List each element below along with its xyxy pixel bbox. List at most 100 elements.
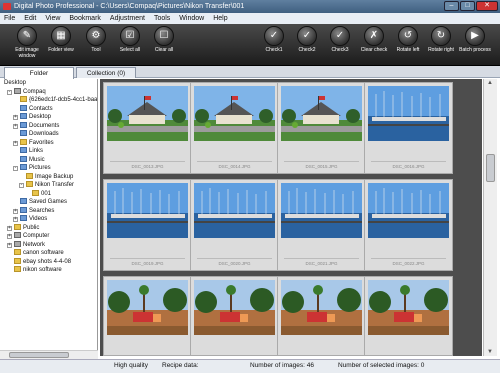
- tree-item[interactable]: + Public: [0, 223, 97, 233]
- menu-view[interactable]: View: [45, 13, 60, 24]
- clear-all-button[interactable]: ☐ Clear all: [147, 26, 181, 53]
- menu-adjustment[interactable]: Adjustment: [110, 13, 145, 24]
- menu-window[interactable]: Window: [179, 13, 204, 24]
- tree-item[interactable]: Links: [0, 147, 97, 156]
- tool-button[interactable]: ⚙ Tool: [79, 26, 113, 53]
- collapse-icon[interactable]: -: [7, 89, 12, 95]
- tree-item[interactable]: nikon software: [0, 266, 97, 275]
- tree-item[interactable]: Desktop: [0, 79, 97, 88]
- clear-check-icon: ✗: [364, 26, 384, 46]
- expand-icon[interactable]: +: [13, 217, 18, 222]
- tab-collection[interactable]: Collection (0): [76, 67, 136, 78]
- thumbnail-cell[interactable]: [277, 276, 366, 356]
- tree-item[interactable]: + Network: [0, 240, 97, 250]
- app-icon: [3, 3, 11, 10]
- thumbnail-cell[interactable]: DSC_0015.JPG: [277, 82, 366, 174]
- menu-tools[interactable]: Tools: [154, 13, 170, 24]
- expand-icon[interactable]: +: [7, 242, 12, 248]
- tree-item[interactable]: - Compaq: [0, 87, 97, 97]
- tree-item[interactable]: + Desktop: [0, 113, 97, 122]
- thumbnail-cell[interactable]: DSC_0016.JPG: [364, 82, 453, 174]
- tree-horizontal-scrollbar[interactable]: [0, 350, 98, 359]
- clear-check-button[interactable]: ✗ Clear check: [357, 26, 391, 53]
- rotate-left-icon: ↺: [398, 26, 418, 46]
- tree-item[interactable]: Contacts: [0, 104, 97, 114]
- tree-item-label: Desktop: [29, 114, 52, 120]
- select-all-button[interactable]: ☑ Select all: [113, 26, 147, 53]
- thumbnail-cell[interactable]: [364, 276, 453, 356]
- expand-icon[interactable]: +: [7, 234, 12, 239]
- status-recipe: Recipe data:: [162, 362, 199, 369]
- thumbnail-image: [281, 86, 362, 141]
- thumbnail-cell[interactable]: DSC_0021.JPG: [277, 179, 366, 271]
- thumbnail-cell[interactable]: [190, 276, 279, 356]
- tree-item[interactable]: canon software: [0, 249, 97, 258]
- tree-item[interactable]: {626edc1f-dcb5-4cc1-baa7-a: [0, 96, 97, 105]
- status-image-count: Number of images: 46: [250, 362, 314, 369]
- menu-help[interactable]: Help: [213, 13, 227, 24]
- thumbnail-cell[interactable]: DSC_0020.JPG: [190, 179, 279, 271]
- tree-item[interactable]: 001: [0, 189, 97, 199]
- expand-icon[interactable]: +: [7, 225, 12, 231]
- batch-process-button[interactable]: ▶ Batch process: [458, 26, 492, 53]
- expand-icon[interactable]: +: [13, 208, 18, 214]
- tree-item-label: Downloads: [29, 131, 59, 137]
- expand-icon[interactable]: +: [13, 123, 18, 129]
- scrollbar-thumb[interactable]: [486, 154, 495, 182]
- edit-image-window-button[interactable]: ✎ Edit image window: [10, 26, 44, 59]
- batch-process-icon: ▶: [465, 26, 485, 46]
- collapse-icon[interactable]: -: [19, 183, 24, 188]
- check3-button[interactable]: ✓ Check3: [323, 26, 357, 53]
- check2-button[interactable]: ✓ Check2: [290, 26, 324, 53]
- expand-icon[interactable]: +: [13, 115, 18, 120]
- tree-item[interactable]: - Nikon Transfer: [0, 181, 97, 190]
- check1-button[interactable]: ✓ Check1: [257, 26, 291, 53]
- tree-item[interactable]: Saved Games: [0, 198, 97, 207]
- grid-vertical-scrollbar[interactable]: ▲ ▼: [483, 79, 497, 356]
- thumbnail-cell[interactable]: DSC_0014.JPG: [190, 82, 279, 174]
- thumbnail-cell[interactable]: DSC_0022.JPG: [364, 179, 453, 271]
- expand-icon[interactable]: +: [13, 140, 18, 146]
- tree-item[interactable]: + Computer: [0, 232, 97, 241]
- thumbnail-cell[interactable]: DSC_0013.JPG: [103, 82, 192, 174]
- thumbnail-grid: DSC_0013.JPG DSC_0014.JPG DSC_0015.JPG DSC_…: [100, 79, 482, 356]
- status-selected-count: Number of selected images: 0: [338, 362, 425, 369]
- close-button[interactable]: ✕: [476, 1, 498, 11]
- tab-folder[interactable]: Folder: [4, 67, 74, 79]
- menu-bookmark[interactable]: Bookmark: [69, 13, 101, 24]
- tree-item[interactable]: + Searches: [0, 206, 97, 216]
- tree-item[interactable]: + Favorites: [0, 138, 97, 148]
- computer-icon: [14, 87, 21, 94]
- menu-edit[interactable]: Edit: [24, 13, 36, 24]
- thumbnail-image: [107, 86, 188, 141]
- scrollbar-thumb[interactable]: [9, 352, 69, 358]
- toolbar-button-label: Tool: [91, 47, 101, 53]
- tree-item[interactable]: ebay shots 4-4-08: [0, 257, 97, 267]
- thumbnail-filename: DSC_0014.JPG: [218, 164, 251, 169]
- tree-item[interactable]: + Documents: [0, 121, 97, 131]
- folder-view-button[interactable]: ▦ Folder view: [44, 26, 78, 53]
- divider: [371, 161, 446, 162]
- collapse-icon[interactable]: -: [13, 166, 18, 171]
- menu-file[interactable]: File: [4, 13, 15, 24]
- toolbar-button-label: Check2: [298, 47, 316, 53]
- tree-item[interactable]: + Videos: [0, 215, 97, 224]
- maximize-button[interactable]: □: [460, 1, 475, 11]
- thumbnail-cell[interactable]: DSC_0019.JPG: [103, 179, 192, 271]
- rotate-right-button[interactable]: ↻ Rotate right: [424, 26, 458, 53]
- scroll-up-icon[interactable]: ▲: [487, 80, 493, 86]
- scroll-down-icon[interactable]: ▼: [487, 349, 493, 355]
- rotate-left-button[interactable]: ↺ Rotate left: [391, 26, 425, 53]
- toolbar-button-label: Check1: [265, 47, 283, 53]
- tree-item[interactable]: - Pictures: [0, 164, 97, 173]
- tree-item[interactable]: Downloads: [0, 130, 97, 139]
- toolbar-button-label: Folder view: [48, 47, 74, 53]
- tree-item-label: nikon software: [23, 267, 62, 273]
- tree-item[interactable]: Music: [0, 155, 97, 165]
- tree-item-label: canon software: [23, 250, 64, 256]
- thumbnail-cell[interactable]: [103, 276, 192, 356]
- divider: [284, 258, 359, 259]
- thumbnail-filename: DSC_0019.JPG: [131, 261, 164, 266]
- minimize-button[interactable]: –: [444, 1, 459, 11]
- tree-item[interactable]: Image Backup: [0, 172, 97, 182]
